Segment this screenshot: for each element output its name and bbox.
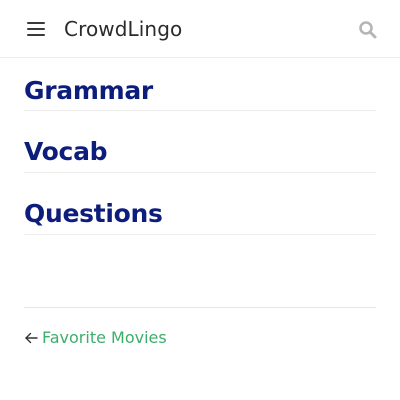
section-grammar[interactable]: Grammar	[24, 75, 376, 111]
search-icon	[359, 21, 377, 39]
back-link-favorite-movies[interactable]: Favorite Movies	[24, 327, 167, 349]
app-title[interactable]: CrowdLingo	[64, 16, 182, 42]
search-button[interactable]	[358, 20, 378, 40]
section-vocab[interactable]: Vocab	[24, 136, 376, 173]
section-title: Grammar	[24, 76, 153, 105]
arrow-left-icon	[25, 332, 38, 344]
page: CrowdLingo Grammar Vocab Questions Favor…	[0, 0, 400, 400]
footer-divider	[24, 307, 376, 308]
section-questions[interactable]: Questions	[24, 198, 376, 235]
top-bar: CrowdLingo	[0, 0, 400, 58]
section-title: Vocab	[24, 137, 108, 166]
section-title: Questions	[24, 199, 163, 228]
menu-button[interactable]	[24, 19, 48, 39]
hamburger-menu-icon	[27, 22, 45, 36]
back-link-label: Favorite Movies	[42, 328, 167, 347]
